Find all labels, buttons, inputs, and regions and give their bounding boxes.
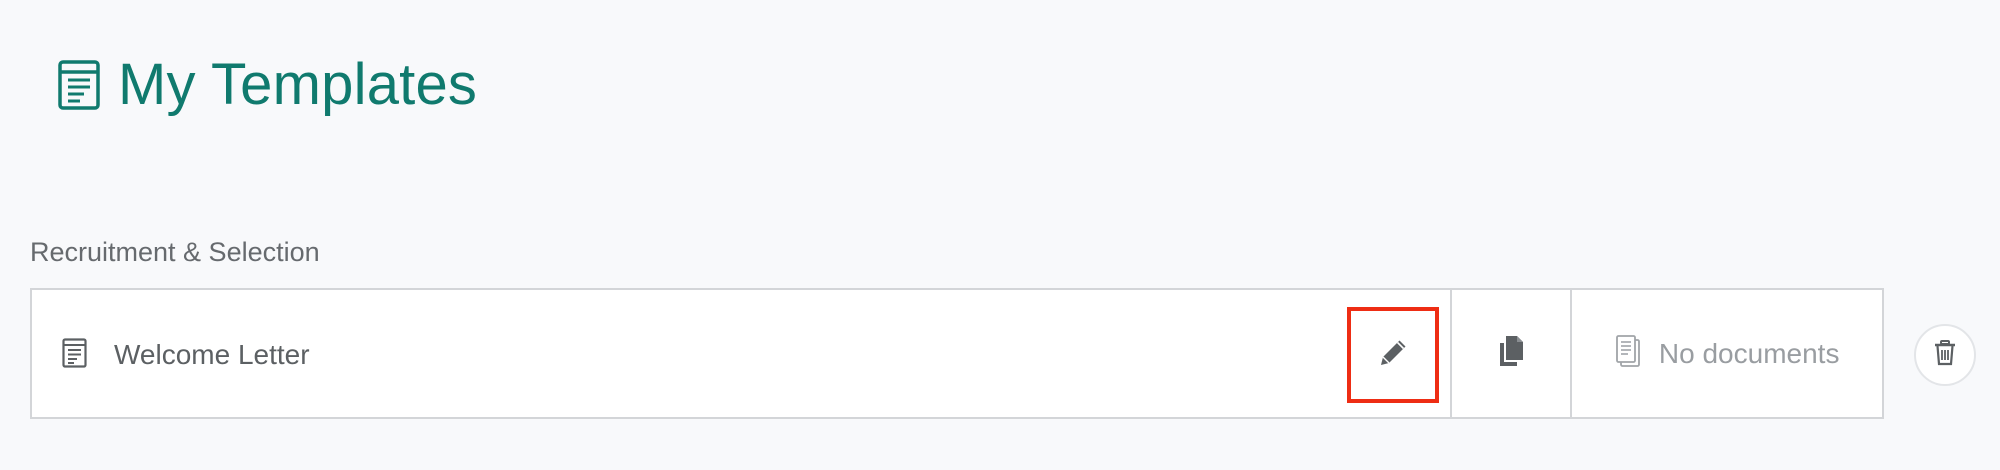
template-row-main[interactable]: Welcome Letter xyxy=(32,290,1450,417)
copy-template-button[interactable] xyxy=(1450,290,1570,417)
document-list-icon xyxy=(62,338,87,368)
template-row: Welcome Letter No documents xyxy=(30,288,1884,419)
pencil-icon xyxy=(1377,337,1409,374)
documents-count-label: No documents xyxy=(1658,337,1840,369)
page-title: My Templates xyxy=(118,52,478,117)
delete-template-button[interactable] xyxy=(1914,324,1976,386)
edit-template-button[interactable] xyxy=(1347,307,1439,403)
documents-button[interactable]: No documents xyxy=(1570,290,1882,417)
page-header: My Templates xyxy=(58,50,477,120)
template-name[interactable]: Welcome Letter xyxy=(114,338,310,372)
section-label: Recruitment & Selection xyxy=(30,237,320,267)
document-list-icon xyxy=(58,60,100,110)
documents-icon xyxy=(1615,334,1641,373)
copy-icon xyxy=(1497,334,1525,373)
templates-page: My Templates Recruitment & Selection Wel… xyxy=(0,0,2000,470)
trash-icon xyxy=(1934,339,1956,371)
